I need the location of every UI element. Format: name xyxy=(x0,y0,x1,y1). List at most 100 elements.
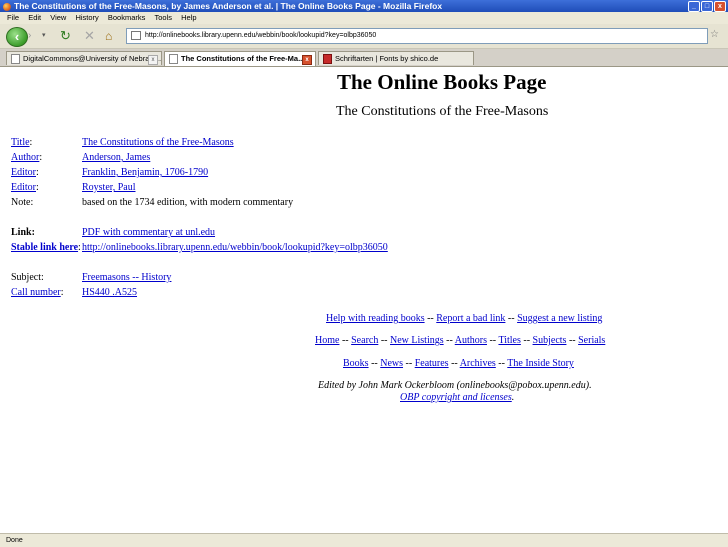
close-tab-icon[interactable]: x xyxy=(302,55,312,65)
label-suffix: : xyxy=(36,182,39,193)
page-icon xyxy=(323,54,332,65)
tab-label: The Constitutions of the Free-Ma... xyxy=(181,54,305,63)
page-content: The Online Books Page The Constitutions … xyxy=(0,67,728,533)
editor-value-link[interactable]: Franklin, Benjamin, 1706-1790 xyxy=(82,167,208,178)
book-title: The Constitutions of the Free-Masons xyxy=(336,104,549,119)
subjects-link[interactable]: Subjects xyxy=(533,335,567,346)
books-link[interactable]: Books xyxy=(343,358,369,369)
label-suffix: : xyxy=(60,287,64,298)
separator: -- xyxy=(424,313,437,324)
label-suffix: : xyxy=(29,137,33,148)
report-bad-link[interactable]: Report a bad link xyxy=(436,313,505,324)
separator: -- xyxy=(520,335,533,346)
note-value: based on the 1734 edition, with modern c… xyxy=(82,197,294,208)
page-icon xyxy=(11,54,20,65)
stop-icon[interactable]: ✕ xyxy=(84,29,95,43)
url-text: http://onlinebooks.library.upenn.edu/web… xyxy=(145,32,377,39)
copyright-line: OBP copyright and licenses. xyxy=(400,391,514,404)
separator: -- xyxy=(378,335,391,346)
back-arrow-icon[interactable]: ‹ xyxy=(6,27,28,47)
page-icon xyxy=(131,30,141,40)
status-bar: Done xyxy=(0,533,728,547)
separator: -- xyxy=(505,313,518,324)
pdf-link[interactable]: PDF with commentary at unl.edu xyxy=(82,227,215,238)
page-icon xyxy=(169,54,178,65)
url-bar[interactable]: http://onlinebooks.library.upenn.edu/web… xyxy=(126,28,708,44)
tab-digitalcommons[interactable]: DigitalCommons@University of Nebrask... … xyxy=(6,51,162,65)
tab-strip: DigitalCommons@University of Nebrask... … xyxy=(0,49,728,67)
author-value-link[interactable]: Anderson, James xyxy=(82,152,150,163)
site-title: The Online Books Page xyxy=(337,70,547,94)
label-suffix: : xyxy=(39,152,43,163)
subject-link[interactable]: Freemasons -- History xyxy=(82,272,171,283)
label-suffix: : xyxy=(78,242,81,253)
title-label-link[interactable]: Title xyxy=(11,137,30,148)
separator: -- xyxy=(443,335,455,346)
editor-value-link[interactable]: Royster, Paul xyxy=(82,182,136,193)
status-text: Done xyxy=(6,537,23,544)
tab-label: Schriftarten | Fonts by shico.de xyxy=(335,54,439,63)
reload-icon[interactable]: ↻ xyxy=(60,29,71,43)
navigation-toolbar: ‹ › ▾ ↻ ✕ ⌂ http://onlinebooks.library.u… xyxy=(0,24,728,49)
author-label-link[interactable]: Author xyxy=(11,152,39,163)
title-value-link[interactable]: The Constitutions of the Free-Masons xyxy=(82,137,234,148)
firefox-icon xyxy=(3,2,11,11)
subject-label: Subject: xyxy=(11,272,44,283)
close-window-button[interactable]: x xyxy=(714,1,726,12)
menu-view[interactable]: View xyxy=(50,13,66,22)
tab-schriftarten[interactable]: Schriftarten | Fonts by shico.de xyxy=(318,51,474,65)
close-tab-icon[interactable]: x xyxy=(148,55,158,65)
menu-history[interactable]: History xyxy=(75,13,98,22)
copyright-period: . xyxy=(511,392,515,403)
serials-link[interactable]: Serials xyxy=(578,335,605,346)
separator: -- xyxy=(339,335,352,346)
book-nav-links: Books -- News -- Features -- Archives --… xyxy=(343,357,574,370)
tab-constitutions[interactable]: The Constitutions of the Free-Ma... x xyxy=(164,51,316,66)
titles-link[interactable]: Titles xyxy=(498,335,520,346)
label-suffix: : xyxy=(36,167,39,178)
help-links-line: Help with reading books -- Report a bad … xyxy=(326,312,602,325)
menu-file[interactable]: File xyxy=(7,13,19,22)
features-link[interactable]: Features xyxy=(415,358,449,369)
news-link[interactable]: News xyxy=(380,358,403,369)
menu-bar: File Edit View History Bookmarks Tools H… xyxy=(0,12,728,24)
editor-label-link[interactable]: Editor xyxy=(11,182,36,193)
separator: -- xyxy=(486,335,499,346)
maximize-button[interactable]: □ xyxy=(701,1,713,12)
link-label: Link: xyxy=(11,227,35,238)
home-link[interactable]: Home xyxy=(315,335,339,346)
new-listings-link[interactable]: New Listings xyxy=(390,335,444,346)
separator: -- xyxy=(448,358,460,369)
tab-label: DigitalCommons@University of Nebrask... xyxy=(23,54,162,63)
main-nav-links: Home -- Search -- New Listings -- Author… xyxy=(315,334,605,347)
search-link[interactable]: Search xyxy=(351,335,378,346)
menu-bookmarks[interactable]: Bookmarks xyxy=(108,13,146,22)
history-dropdown-icon[interactable]: ▾ xyxy=(42,31,46,39)
minimize-button[interactable]: _ xyxy=(688,1,700,12)
separator: -- xyxy=(368,358,381,369)
authors-link[interactable]: Authors xyxy=(455,335,487,346)
note-label: Note: xyxy=(11,197,34,208)
forward-arrow-icon[interactable]: › xyxy=(28,30,42,42)
help-reading-link[interactable]: Help with reading books xyxy=(326,313,425,324)
stable-link-url[interactable]: http://onlinebooks.library.upenn.edu/web… xyxy=(82,242,388,253)
menu-tools[interactable]: Tools xyxy=(154,13,172,22)
separator: -- xyxy=(566,335,579,346)
window-title-bar: The Constitutions of the Free-Masons, by… xyxy=(0,0,728,12)
inside-story-link[interactable]: The Inside Story xyxy=(507,358,574,369)
bookmark-star-icon[interactable]: ☆ xyxy=(710,29,719,40)
separator: -- xyxy=(403,358,415,369)
stable-link-label[interactable]: Stable link here xyxy=(11,242,78,253)
editor-label-link[interactable]: Editor xyxy=(11,167,36,178)
separator: -- xyxy=(495,358,508,369)
window-title: The Constitutions of the Free-Masons, by… xyxy=(14,1,443,11)
menu-help[interactable]: Help xyxy=(181,13,196,22)
home-icon[interactable]: ⌂ xyxy=(105,29,112,43)
window-controls: _ □ x xyxy=(688,1,726,12)
call-number-label-link[interactable]: Call number xyxy=(11,287,61,298)
suggest-listing-link[interactable]: Suggest a new listing xyxy=(517,313,602,324)
call-number-link[interactable]: HS440 .A525 xyxy=(82,287,137,298)
copyright-link[interactable]: OBP copyright and licenses xyxy=(400,392,512,403)
archives-link[interactable]: Archives xyxy=(460,358,496,369)
menu-edit[interactable]: Edit xyxy=(28,13,41,22)
